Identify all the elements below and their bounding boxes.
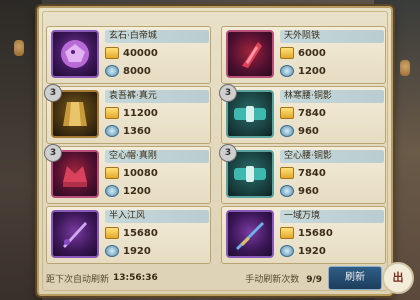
blue-sword-icon	[226, 210, 274, 258]
coin-price-row: 1200	[280, 63, 326, 79]
coin-icon	[280, 185, 294, 197]
shop-item-card[interactable]: 3 空心腰·铜影 7840 960	[219, 144, 386, 204]
item-name: 天外陨铁	[280, 30, 384, 43]
item-name: 空心腰·铜影	[280, 150, 384, 163]
item-grid: 玄石·白帝城 40000 8000 天外陨铁 6000 1200 3 袁吾裤·真…	[44, 26, 386, 264]
gold-price-row: 10080	[105, 165, 158, 181]
gold-price: 40000	[123, 47, 158, 59]
gold-ingot-icon	[105, 107, 119, 119]
coin-price-row: 8000	[105, 63, 151, 79]
gold-price-row: 15680	[105, 225, 158, 241]
coin-price-row: 1360	[105, 123, 151, 139]
coin-price: 960	[298, 125, 319, 137]
dragon-gem-icon	[51, 30, 99, 78]
shop-item-card[interactable]: 一域万境 15680 1920	[221, 206, 386, 264]
item-name: 袁吾裤·真元	[105, 90, 209, 103]
gold-price: 11200	[123, 107, 158, 119]
lantern-icon	[14, 40, 24, 56]
item-name: 空心帽·真刚	[105, 150, 209, 163]
gold-price-row: 7840	[280, 105, 326, 121]
gold-price-row: 7840	[280, 165, 326, 181]
coin-icon	[105, 65, 119, 77]
coin-icon	[280, 125, 294, 137]
gold-ingot-icon	[105, 47, 119, 59]
refresh-button-label: 刷新	[345, 272, 365, 283]
tier-badge: 3	[219, 84, 237, 102]
coin-icon	[105, 185, 119, 197]
coin-price: 1200	[298, 65, 326, 77]
coin-price-row: 1200	[105, 183, 151, 199]
coin-price: 1920	[123, 245, 151, 257]
shop-footer: 距下次自动刷新 13:56:36 手动刷新次数 9/9 刷新	[46, 266, 384, 290]
purple-dagger-icon	[51, 210, 99, 258]
auto-refresh-label: 距下次自动刷新	[46, 274, 110, 285]
coin-price-row: 1920	[105, 243, 151, 259]
gold-ingot-icon	[105, 167, 119, 179]
coin-icon	[280, 65, 294, 77]
gold-ingot-icon	[105, 227, 119, 239]
red-crystal-icon	[226, 30, 274, 78]
lantern-icon	[400, 60, 410, 76]
coin-price: 960	[298, 185, 319, 197]
shop-panel: 玄石·白帝城 40000 8000 天外陨铁 6000 1200 3 袁吾裤·真…	[37, 6, 393, 296]
gold-ingot-icon	[280, 227, 294, 239]
coin-price: 8000	[123, 65, 151, 77]
coin-price-row: 960	[280, 123, 319, 139]
gold-ingot-icon	[280, 167, 294, 179]
shop-item-card[interactable]: 天外陨铁 6000 1200	[221, 26, 386, 84]
tier-badge: 3	[219, 144, 237, 162]
coin-price-row: 960	[280, 183, 319, 199]
corner-logo[interactable]: 出	[382, 262, 414, 294]
shop-item-card[interactable]: 半入江风 15680 1920	[46, 206, 211, 264]
item-name: 半入江风	[105, 210, 209, 223]
gold-price-row: 15680	[280, 225, 333, 241]
coin-icon	[105, 245, 119, 257]
item-name: 一域万境	[280, 210, 384, 223]
coin-price-row: 1920	[280, 243, 326, 259]
manual-refresh-value: 9/9	[306, 275, 322, 285]
shop-item-card[interactable]: 3 袁吾裤·真元 11200 1360	[44, 84, 211, 144]
shop-item-card[interactable]: 3 空心帽·真刚 10080 1200	[44, 144, 211, 204]
gold-price-row: 11200	[105, 105, 158, 121]
item-name: 玄石·白帝城	[105, 30, 209, 43]
coin-price: 1360	[123, 125, 151, 137]
gold-price: 7840	[298, 107, 326, 119]
shop-item-card[interactable]: 玄石·白帝城 40000 8000	[46, 26, 211, 84]
gold-ingot-icon	[280, 107, 294, 119]
tier-badge: 3	[44, 84, 62, 102]
item-name: 林寒腰·铜影	[280, 90, 384, 103]
gold-price: 10080	[123, 167, 158, 179]
gold-price: 6000	[298, 47, 326, 59]
shop-item-card[interactable]: 3 林寒腰·铜影 7840 960	[219, 84, 386, 144]
gold-ingot-icon	[280, 47, 294, 59]
coin-price: 1920	[298, 245, 326, 257]
manual-refresh-count: 手动刷新次数 9/9	[245, 272, 322, 285]
refresh-button[interactable]: 刷新	[328, 266, 382, 290]
gold-price-row: 6000	[280, 45, 326, 61]
gold-price: 15680	[298, 227, 333, 239]
manual-refresh-label: 手动刷新次数	[245, 275, 300, 285]
gold-price: 15680	[123, 227, 158, 239]
coin-icon	[280, 245, 294, 257]
gold-price: 7840	[298, 167, 326, 179]
auto-refresh-timer: 13:56:36	[113, 273, 158, 283]
coin-price: 1200	[123, 185, 151, 197]
gold-price-row: 40000	[105, 45, 158, 61]
tier-badge: 3	[44, 144, 62, 162]
coin-icon	[105, 125, 119, 137]
